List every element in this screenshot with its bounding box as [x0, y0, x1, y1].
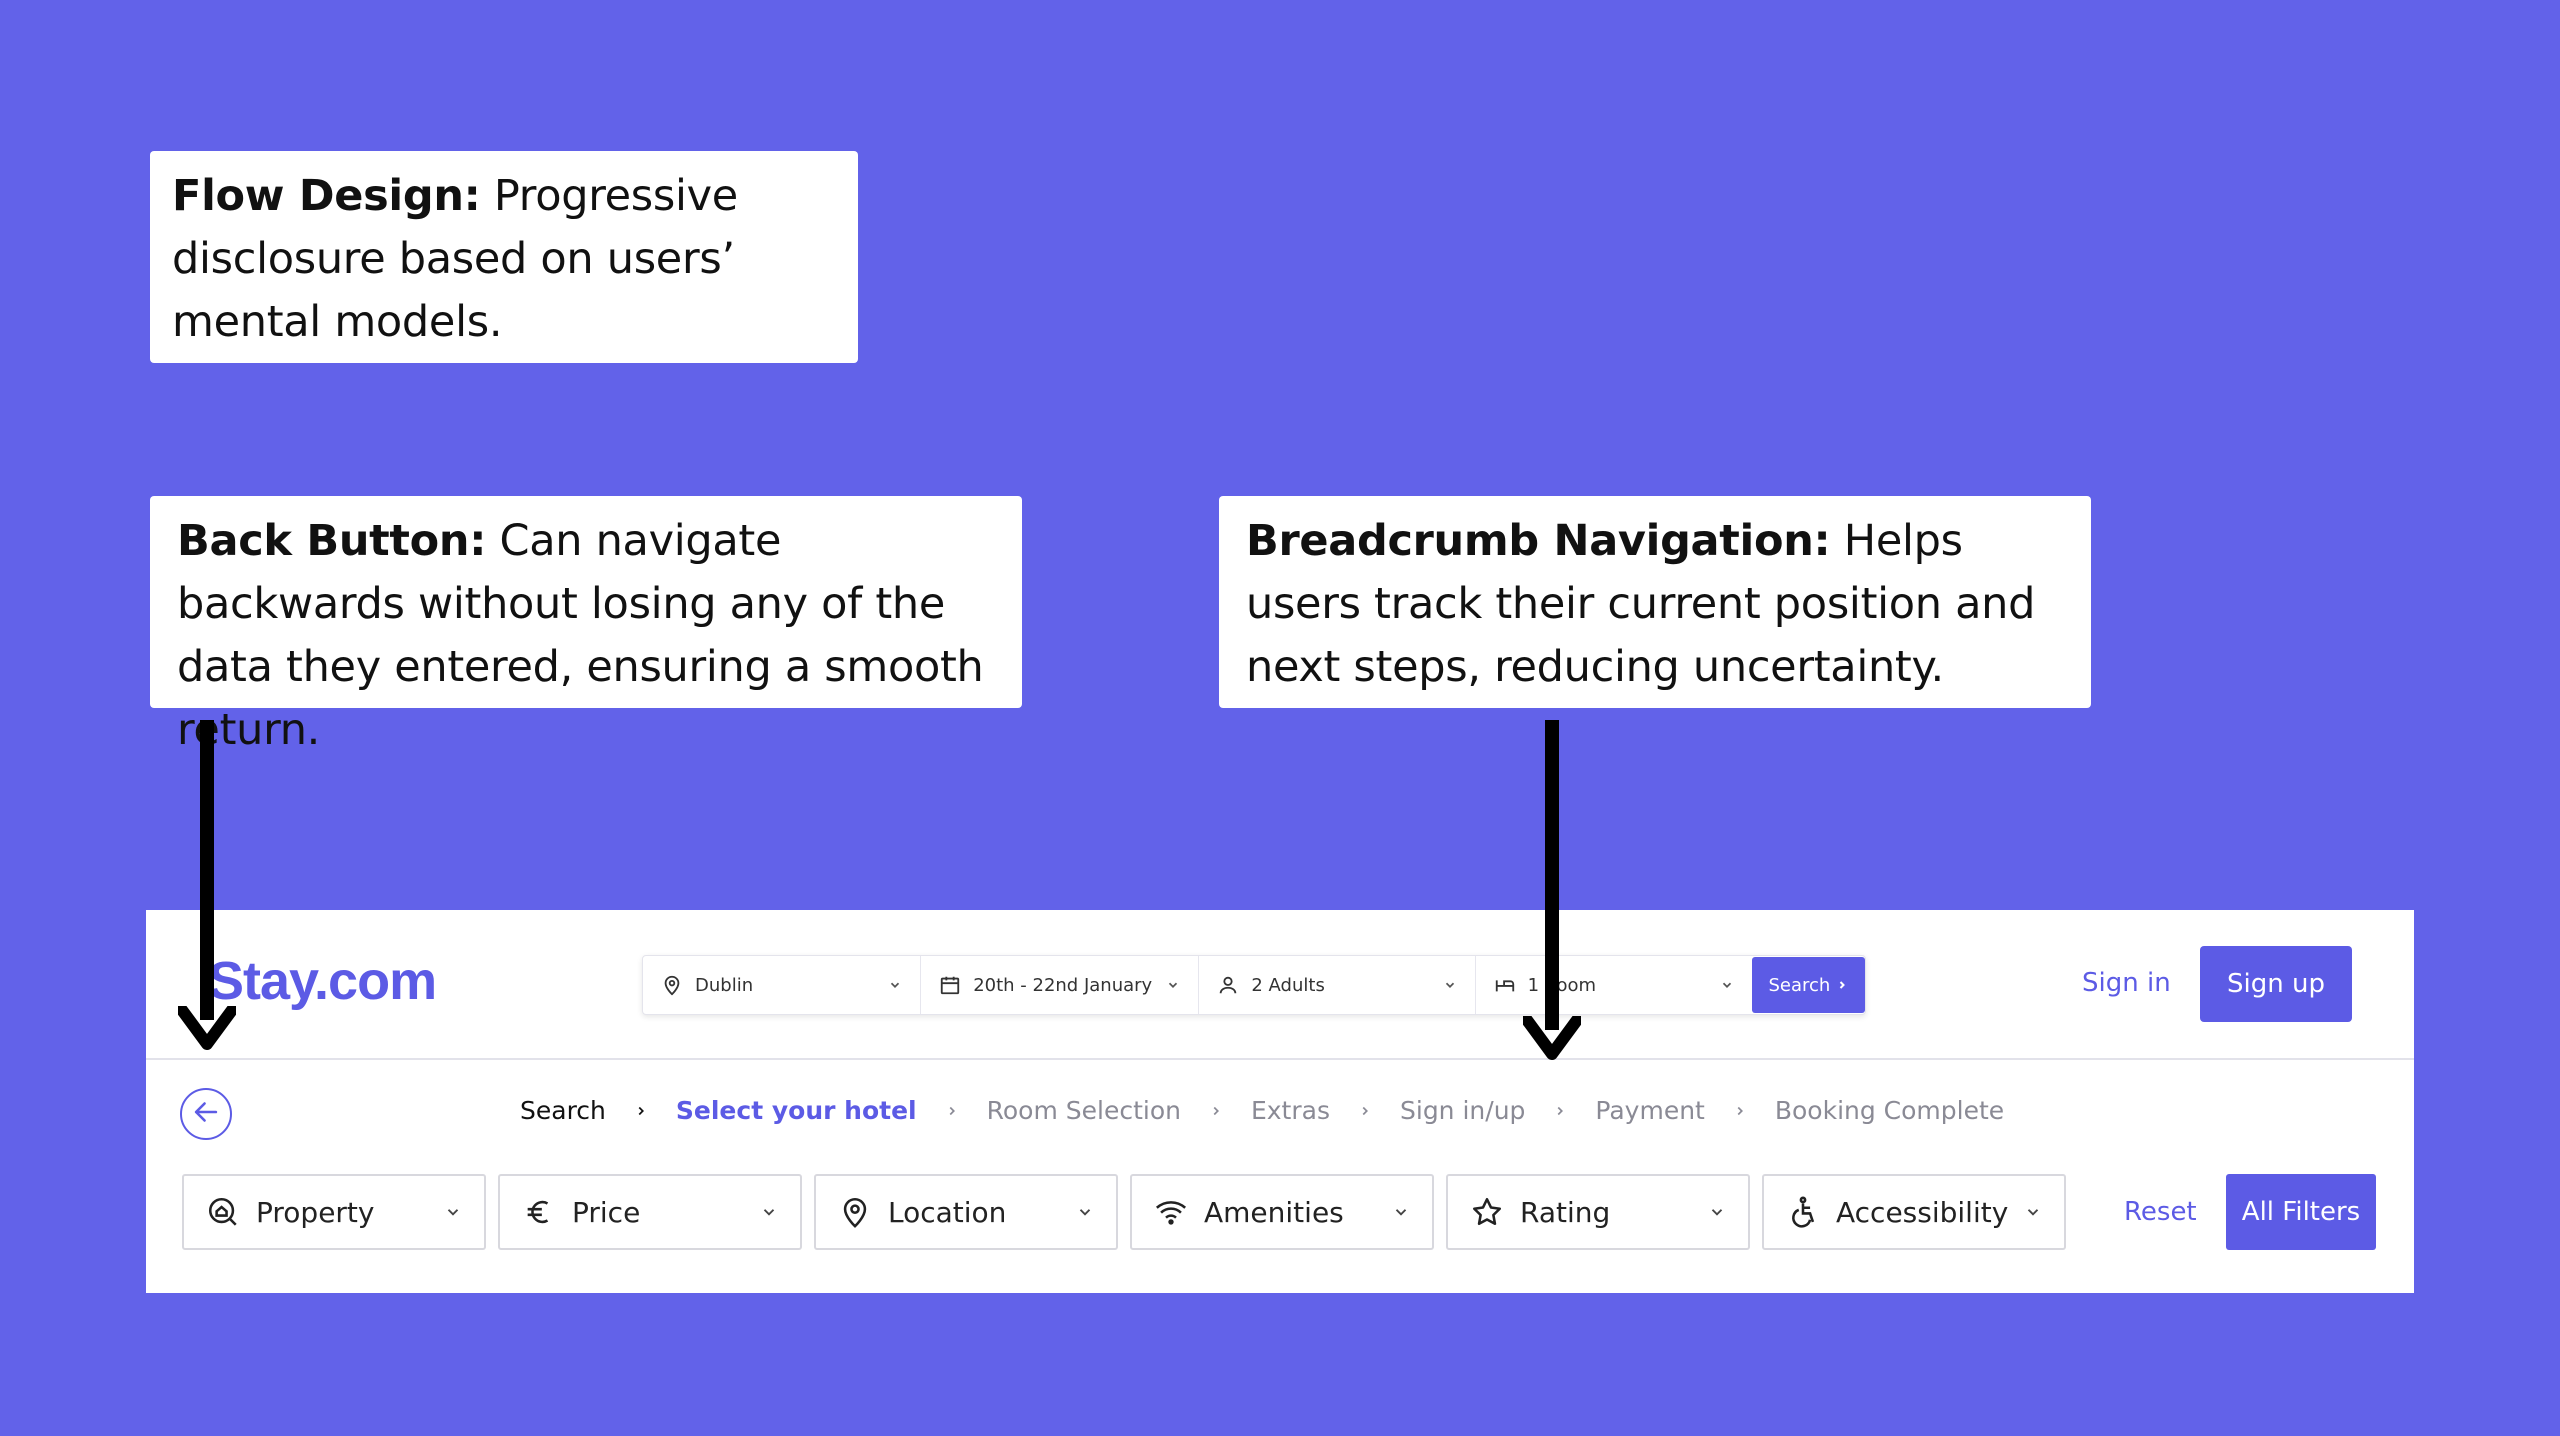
- callout-breadcrumb-navigation: Breadcrumb Navigation: Helps users track…: [1219, 496, 2091, 708]
- chevron-down-icon: [1708, 1203, 1726, 1221]
- chevron-right-icon: [1836, 975, 1848, 996]
- chevron-down-icon: [1076, 1203, 1094, 1221]
- breadcrumb-step: Room Selection: [986, 1096, 1181, 1125]
- callout-title: Back Button:: [177, 516, 487, 566]
- arrow-down-icon: [1523, 720, 1581, 1060]
- chevron-right-icon: [1358, 1104, 1372, 1118]
- filter-label: Location: [888, 1195, 1007, 1229]
- chevron-right-icon: [1553, 1104, 1567, 1118]
- all-filters-button[interactable]: All Filters: [2226, 1174, 2376, 1250]
- breadcrumb-step[interactable]: Select your hotel: [676, 1096, 917, 1125]
- star-icon: [1470, 1195, 1504, 1229]
- chevron-down-icon: [1720, 978, 1734, 992]
- location-pin-icon: [838, 1195, 872, 1229]
- chevron-right-icon: [945, 1104, 959, 1118]
- header-divider: [146, 1058, 2414, 1060]
- breadcrumb-step: Booking Complete: [1774, 1096, 2005, 1125]
- home-search-icon: [206, 1195, 240, 1229]
- wifi-icon: [1154, 1195, 1188, 1229]
- filter-price-dropdown[interactable]: Price: [498, 1174, 802, 1250]
- filter-label: Rating: [1520, 1195, 1611, 1229]
- filter-label: Amenities: [1204, 1195, 1344, 1229]
- reset-filters-link[interactable]: Reset: [2124, 1197, 2197, 1227]
- chevron-down-icon: [760, 1203, 778, 1221]
- filter-accessibility-dropdown[interactable]: Accessibility: [1762, 1174, 2066, 1250]
- sign-in-link[interactable]: Sign in: [2082, 968, 2171, 998]
- guests-select[interactable]: 2 Adults: [1199, 956, 1476, 1014]
- sign-up-button[interactable]: Sign up: [2200, 946, 2352, 1022]
- chevron-down-icon: [1166, 978, 1180, 992]
- guests-value: 2 Adults: [1251, 974, 1325, 996]
- callout-title: Flow Design:: [172, 171, 481, 221]
- filter-label: Accessibility: [1836, 1195, 2009, 1229]
- rooms-value: 1 Room: [1527, 974, 1597, 996]
- euro-icon: [522, 1195, 556, 1229]
- chevron-right-icon: [634, 1104, 648, 1118]
- filter-rating-dropdown[interactable]: Rating: [1446, 1174, 1750, 1250]
- filter-location-dropdown[interactable]: Location: [814, 1174, 1118, 1250]
- location-pin-icon: [661, 974, 683, 996]
- back-button[interactable]: [180, 1088, 232, 1140]
- bed-icon: [1494, 974, 1516, 996]
- callout-flow-design: Flow Design: Progressive disclosure base…: [150, 151, 858, 363]
- callout-back-button: Back Button: Can navigate backwards with…: [150, 496, 1022, 755]
- chevron-down-icon: [1392, 1203, 1410, 1221]
- breadcrumb-step: Extras: [1250, 1096, 1330, 1125]
- chevron-down-icon: [444, 1203, 462, 1221]
- arrow-left-icon: [189, 1095, 223, 1133]
- search-button-label: Search: [1768, 974, 1831, 996]
- chevron-down-icon: [1443, 978, 1457, 992]
- search-bar: Dublin 20th - 22nd January 2 Adults 1 Ro…: [642, 955, 1866, 1015]
- city-value: Dublin: [695, 974, 754, 996]
- dates-value: 20th - 22nd January: [973, 974, 1153, 996]
- chevron-right-icon: [1733, 1104, 1747, 1118]
- app-panel: Stay.com Dublin 20th - 22nd January 2 Ad…: [146, 910, 2414, 1293]
- logo[interactable]: Stay.com: [208, 950, 437, 1012]
- breadcrumb: Search Select your hotel Room Selection Ext…: [520, 1096, 2004, 1125]
- rooms-select[interactable]: 1 Room: [1476, 956, 1752, 1014]
- wheelchair-icon: [1786, 1195, 1820, 1229]
- chevron-down-icon: [2024, 1203, 2042, 1221]
- breadcrumb-step: Payment: [1595, 1096, 1705, 1125]
- filter-property-dropdown[interactable]: Property: [182, 1174, 486, 1250]
- breadcrumb-step[interactable]: Search: [520, 1096, 606, 1125]
- callout-title: Breadcrumb Navigation:: [1246, 516, 1831, 566]
- dates-select[interactable]: 20th - 22nd January: [921, 956, 1200, 1014]
- chevron-right-icon: [1209, 1104, 1223, 1118]
- city-select[interactable]: Dublin: [643, 956, 922, 1014]
- calendar-icon: [939, 974, 961, 996]
- breadcrumb-step: Sign in/up: [1400, 1096, 1526, 1125]
- filter-label: Property: [256, 1195, 375, 1229]
- arrow-down-icon: [178, 720, 236, 1050]
- chevron-down-icon: [888, 978, 902, 992]
- filter-amenities-dropdown[interactable]: Amenities: [1130, 1174, 1434, 1250]
- filter-bar: Property Price Location Amenities Rating Acce…: [182, 1174, 2066, 1250]
- filter-label: Price: [572, 1195, 641, 1229]
- search-button[interactable]: Search: [1751, 957, 1865, 1013]
- person-icon: [1217, 974, 1239, 996]
